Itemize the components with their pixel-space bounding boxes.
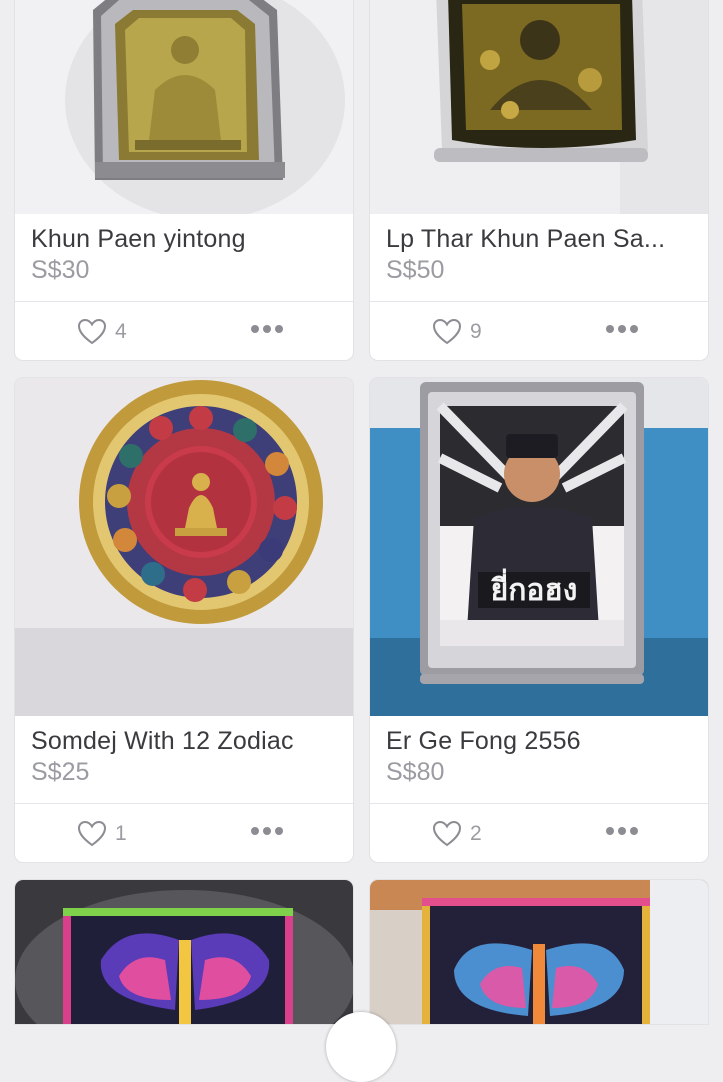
more-options-icon[interactable] bbox=[606, 827, 638, 835]
listing-info[interactable]: Khun Paen yintong S$30 bbox=[15, 214, 353, 302]
listing-title[interactable]: Er Ge Fong 2556 bbox=[386, 726, 692, 756]
heart-icon bbox=[432, 820, 462, 847]
listing-card[interactable]: Somdej With 12 Zodiac S$25 1 bbox=[15, 378, 353, 862]
like-button[interactable]: 9 bbox=[432, 318, 482, 345]
amulet-photo-butterfly-2 bbox=[370, 880, 708, 1024]
more-options-icon[interactable] bbox=[251, 325, 283, 333]
more-options-icon[interactable] bbox=[251, 827, 283, 835]
amulet-photo-butterfly bbox=[15, 880, 353, 1024]
listing-card[interactable]: ยี่กอฮง Er Ge Fong 2556 S$80 2 bbox=[370, 378, 708, 862]
listing-actions: 4 bbox=[15, 302, 353, 360]
like-count: 1 bbox=[115, 821, 127, 845]
listing-photo[interactable] bbox=[370, 0, 708, 214]
listing-price: S$30 bbox=[31, 256, 90, 284]
more-options-icon[interactable] bbox=[606, 325, 638, 333]
listing-card[interactable]: Lp Thar Khun Paen Sa... S$50 9 bbox=[370, 0, 708, 360]
listing-title[interactable]: Somdej With 12 Zodiac bbox=[31, 726, 337, 756]
like-count: 9 bbox=[470, 319, 482, 343]
listing-price: S$80 bbox=[386, 758, 445, 786]
listing-info[interactable]: Somdej With 12 Zodiac S$25 bbox=[15, 716, 353, 804]
heart-icon bbox=[77, 820, 107, 847]
listing-grid: Khun Paen yintong S$30 4 Lp Thar Khun Pa… bbox=[0, 0, 723, 1082]
listing-title[interactable]: Lp Thar Khun Paen Sa... bbox=[386, 224, 692, 254]
listing-photo[interactable] bbox=[370, 880, 708, 1024]
like-button[interactable]: 4 bbox=[77, 318, 127, 345]
like-button[interactable]: 2 bbox=[432, 820, 482, 847]
listing-card[interactable] bbox=[15, 880, 353, 1024]
listing-card[interactable]: Khun Paen yintong S$30 4 bbox=[15, 0, 353, 360]
like-count: 2 bbox=[470, 821, 482, 845]
listing-photo[interactable] bbox=[15, 0, 353, 214]
listing-actions: 9 bbox=[370, 302, 708, 360]
like-button[interactable]: 1 bbox=[77, 820, 127, 847]
listing-photo[interactable] bbox=[15, 378, 353, 716]
svg-text:ยี่กอฮง: ยี่กอฮง bbox=[490, 568, 577, 608]
listing-photo[interactable] bbox=[15, 880, 353, 1024]
listing-title[interactable]: Khun Paen yintong bbox=[31, 224, 337, 254]
amulet-photo-er-ge-fong: ยี่กอฮง bbox=[370, 378, 708, 716]
scroll-to-top-button[interactable] bbox=[326, 1012, 396, 1082]
amulet-photo-lp-thar bbox=[370, 0, 708, 214]
listing-info[interactable]: Lp Thar Khun Paen Sa... S$50 bbox=[370, 214, 708, 302]
heart-icon bbox=[432, 318, 462, 345]
listing-photo[interactable]: ยี่กอฮง bbox=[370, 378, 708, 716]
like-count: 4 bbox=[115, 319, 127, 343]
listing-actions: 2 bbox=[370, 804, 708, 862]
listing-info[interactable]: Er Ge Fong 2556 S$80 bbox=[370, 716, 708, 804]
listing-card[interactable] bbox=[370, 880, 708, 1024]
listing-price: S$25 bbox=[31, 758, 90, 786]
listing-price: S$50 bbox=[386, 256, 445, 284]
amulet-photo-somdej bbox=[15, 378, 353, 716]
listing-actions: 1 bbox=[15, 804, 353, 862]
heart-icon bbox=[77, 318, 107, 345]
amulet-photo-khun-paen bbox=[15, 0, 353, 214]
